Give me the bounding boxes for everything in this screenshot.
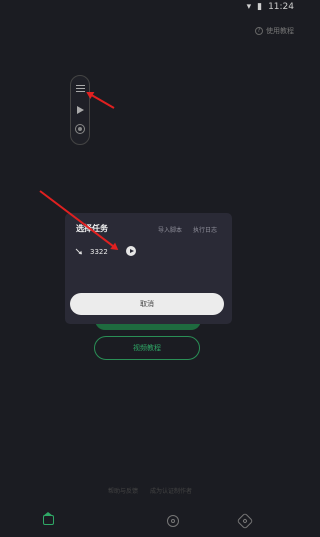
task-name: 3322 — [90, 248, 108, 256]
run-task-icon[interactable] — [126, 246, 136, 256]
floating-control-panel — [70, 75, 90, 145]
wifi-icon: ▾ — [246, 1, 252, 12]
settings-icon[interactable] — [236, 512, 254, 530]
tab-execution-log[interactable]: 执行日志 — [193, 225, 217, 234]
feedback-link[interactable]: 帮助与反馈 — [108, 488, 138, 495]
status-time: 11:24 — [268, 2, 294, 12]
play-icon[interactable] — [77, 106, 84, 114]
home-icon[interactable] — [43, 512, 54, 525]
cancel-label: 取消 — [140, 300, 154, 308]
tab-import-script[interactable]: 导入脚本 — [158, 225, 182, 234]
video-tutorial-button[interactable]: 视频教程 — [94, 336, 200, 360]
become-creator-link[interactable]: 成为认证制作者 — [150, 488, 192, 495]
help-link[interactable]: ? 使用教程 — [255, 26, 294, 36]
discover-icon[interactable] — [167, 515, 179, 527]
script-icon — [74, 248, 82, 256]
video-tutorial-label: 视频教程 — [133, 344, 161, 352]
cancel-button[interactable]: 取消 — [70, 293, 224, 315]
task-list-icon[interactable] — [76, 85, 85, 94]
task-row[interactable]: 3322 — [74, 245, 224, 259]
record-icon[interactable] — [75, 124, 85, 134]
annotation-arrow — [87, 92, 115, 109]
status-bar: ▾ ▮ 11:24 — [0, 0, 300, 14]
help-label: 使用教程 — [266, 27, 294, 35]
bottom-navigation — [0, 512, 300, 533]
battery-icon: ▮ — [257, 1, 263, 12]
footer-links: 帮助与反馈 成为认证制作者 — [0, 486, 300, 495]
help-icon: ? — [255, 27, 263, 35]
